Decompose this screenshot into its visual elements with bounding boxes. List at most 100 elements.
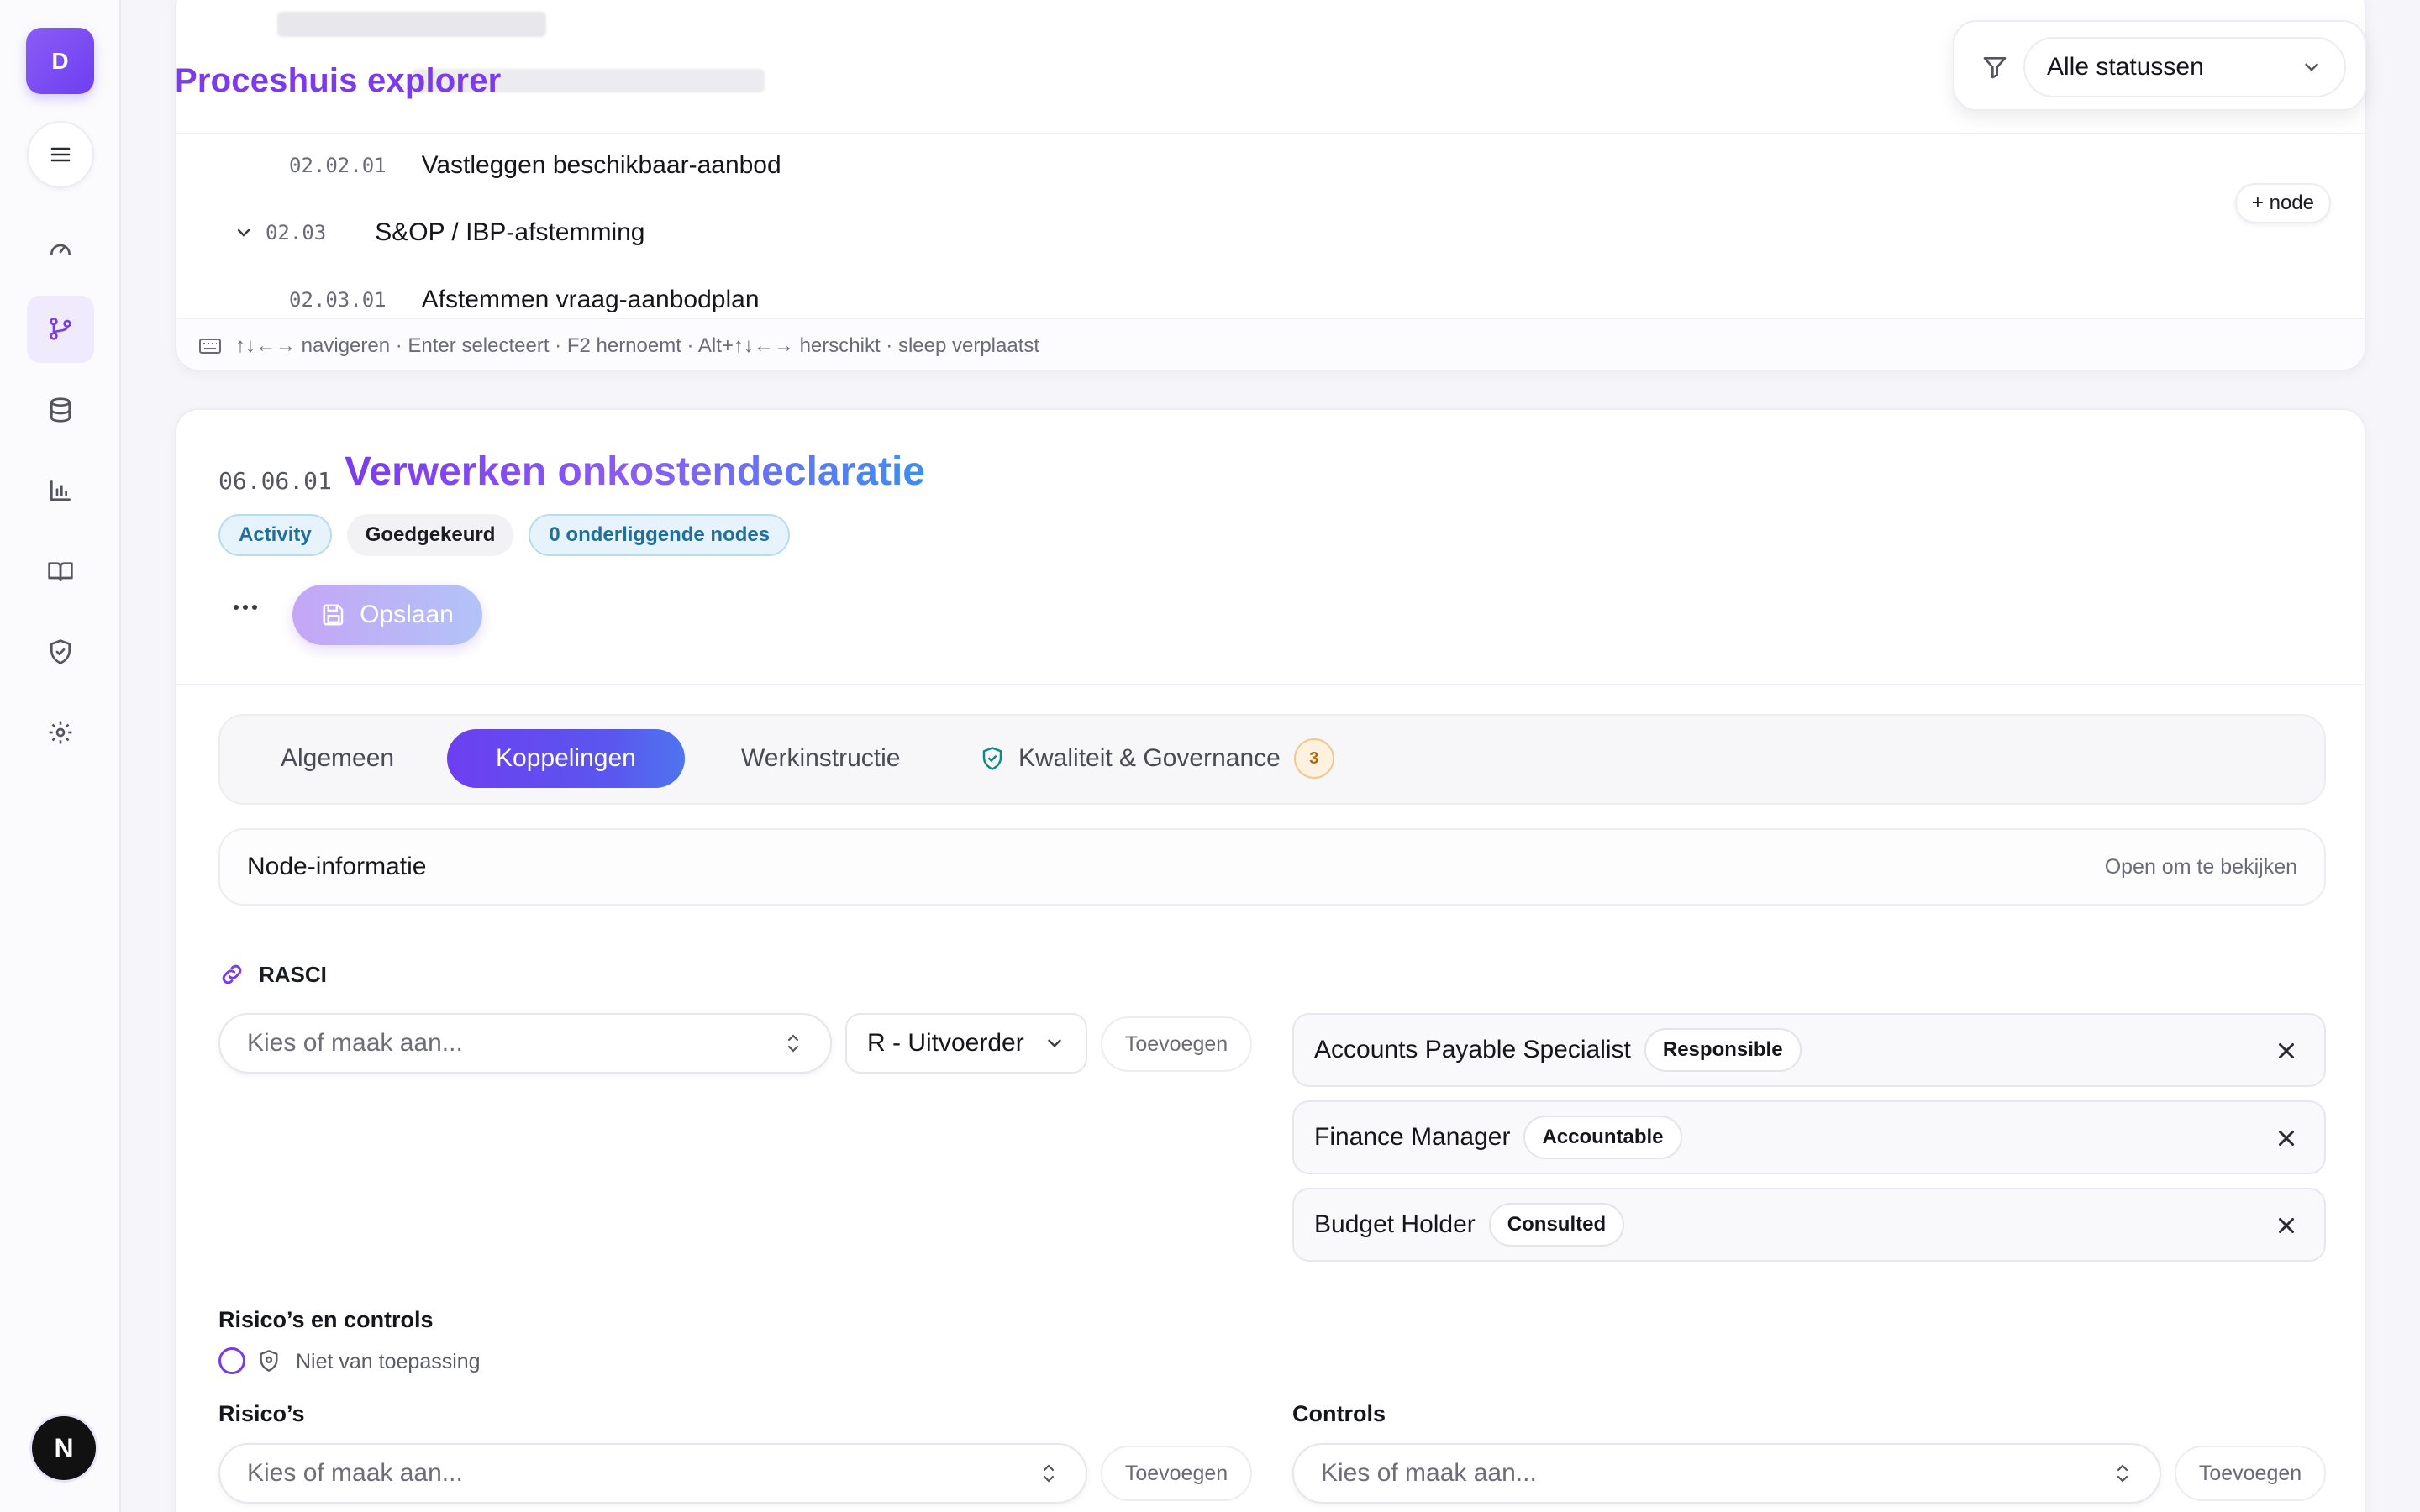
status-filter-value: Alle statussen xyxy=(2047,53,2204,81)
shield-check-icon xyxy=(982,747,1002,770)
risks-combobox[interactable]: Kies of maak aan... xyxy=(218,1443,1087,1504)
sidebar-item-reports[interactable] xyxy=(27,457,94,524)
rasci-assignment: Budget Holder Consulted xyxy=(1292,1188,2326,1262)
tree-row-label: S&OP / IBP-afstemming xyxy=(375,218,645,246)
assignment-name: Accounts Payable Specialist xyxy=(1314,1036,1631,1063)
keyboard-hint-text: ↑↓←→ navigeren · Enter selecteert · F2 h… xyxy=(235,334,1040,357)
tree-row-label: Vastleggen beschikbaar-aanbod xyxy=(421,151,781,179)
status-filter-select[interactable]: Alle statussen xyxy=(2023,37,2346,97)
save-button[interactable]: Opslaan xyxy=(292,585,482,645)
git-branch-icon xyxy=(50,318,71,340)
rasci-role-combobox[interactable]: Kies of maak aan... xyxy=(218,1013,832,1074)
children-count-badge: 0 onderliggende nodes xyxy=(529,514,791,556)
rasci-type-select[interactable]: R - Uitvoerder xyxy=(845,1013,1087,1074)
tab-kwaliteit-governance[interactable]: Kwaliteit & Governance 3 xyxy=(980,729,1334,788)
rasci-assignment: Accounts Payable Specialist Responsible xyxy=(1292,1013,2326,1087)
sidebar-item-settings[interactable] xyxy=(27,699,94,766)
node-title: Verwerken onkostendeclaratie xyxy=(345,449,925,494)
hamburger-icon xyxy=(50,147,71,162)
risks-controls-title: Risico’s en controls xyxy=(218,1307,434,1332)
risks-label: Risico’s xyxy=(218,1401,305,1426)
tree-row-code: 02.02.01 xyxy=(289,154,387,177)
bar-chart-icon xyxy=(50,480,71,501)
node-info-title: Node-informatie xyxy=(247,853,427,880)
close-icon[interactable] xyxy=(2274,1213,2299,1238)
divider xyxy=(176,133,2365,134)
controls-add-button[interactable]: Toevoegen xyxy=(2175,1446,2326,1501)
controls-label: Controls xyxy=(1292,1401,1386,1426)
chevron-down-icon xyxy=(1048,1039,1061,1047)
save-icon xyxy=(323,604,344,626)
keyboard-icon xyxy=(199,339,221,354)
sidebar-item-processes[interactable] xyxy=(27,296,94,363)
user-badge[interactable]: N xyxy=(32,1416,96,1480)
rasci-header: RASCI xyxy=(218,961,327,988)
tab-werkinstructie[interactable]: Werkinstructie xyxy=(741,729,901,788)
assignment-name: Budget Holder xyxy=(1314,1210,1476,1238)
sidebar-item-data[interactable] xyxy=(27,376,94,444)
close-icon[interactable] xyxy=(2274,1038,2299,1063)
shield-icon xyxy=(260,1350,278,1372)
risks-add-button[interactable]: Toevoegen xyxy=(1101,1446,1252,1501)
status-badge: Goedgekeurd xyxy=(346,514,514,556)
chevron-down-icon[interactable] xyxy=(234,223,254,243)
badge-row: Activity Goedgekeurd 0 onderliggende nod… xyxy=(218,514,791,556)
tree-row[interactable]: 02.03 S&OP / IBP-afstemming xyxy=(234,218,644,247)
workspace-avatar[interactable]: D xyxy=(26,28,94,94)
tree-row-label: Afstemmen vraag-aanbodplan xyxy=(421,286,760,313)
chevron-up-down-icon xyxy=(787,1034,799,1053)
assignment-name: Finance Manager xyxy=(1314,1123,1511,1151)
sidebar: D N xyxy=(0,0,121,1512)
book-icon xyxy=(48,562,73,581)
tab-bar: Algemeen Koppelingen Werkinstructie Kwal… xyxy=(218,714,2326,805)
combobox-placeholder: Kies of maak aan... xyxy=(247,1459,463,1487)
tree-row[interactable]: 02.02.01 Vastleggen beschikbaar-aanbod xyxy=(289,151,781,180)
controls-combobox[interactable]: Kies of maak aan... xyxy=(1292,1443,2161,1504)
ghost-row xyxy=(277,12,546,37)
assignment-role-chip: Responsible xyxy=(1644,1028,1802,1072)
combobox-placeholder: Kies of maak aan... xyxy=(1321,1459,1537,1487)
gauge-icon xyxy=(50,244,71,255)
not-applicable-radio[interactable] xyxy=(218,1347,245,1374)
combobox-placeholder: Kies of maak aan... xyxy=(247,1029,463,1057)
tree-row-code: 02.03.01 xyxy=(289,288,387,312)
node-detail-panel: 06.06.01 Verwerken onkostendeclaratie Ac… xyxy=(175,408,2366,1512)
shield-check-icon xyxy=(50,639,71,664)
chevron-down-icon xyxy=(2305,63,2318,71)
rasci-add-button[interactable]: Toevoegen xyxy=(1101,1016,1252,1072)
node-info-hint: Open om te bekijken xyxy=(2104,854,2297,879)
type-badge: Activity xyxy=(218,514,332,556)
filter-icon xyxy=(1983,57,2007,79)
link-icon xyxy=(222,964,242,984)
assignment-role-chip: Accountable xyxy=(1523,1116,1682,1159)
rasci-title: RASCI xyxy=(259,961,327,987)
assignment-role-chip: Consulted xyxy=(1488,1203,1625,1247)
tree-row[interactable]: 02.03.01 Afstemmen vraag-aanbodplan xyxy=(289,286,760,314)
keyboard-hint-bar: ↑↓←→ navigeren · Enter selecteert · F2 h… xyxy=(176,318,2365,370)
gear-icon xyxy=(49,721,72,744)
sidebar-item-governance[interactable] xyxy=(27,618,94,685)
rasci-type-value: R - Uitvoerder xyxy=(867,1029,1024,1057)
not-applicable-label: Niet van toepassing xyxy=(296,1350,481,1373)
page-title: Proceshuis explorer xyxy=(175,62,502,99)
sidebar-item-docs[interactable] xyxy=(27,538,94,605)
chevron-up-down-icon xyxy=(1043,1464,1055,1483)
node-info-collapsible[interactable]: Node-informatie Open om te bekijken xyxy=(218,828,2326,906)
chevron-up-down-icon xyxy=(2117,1464,2128,1483)
tree-row-code: 02.03 xyxy=(266,221,327,244)
tab-label: Kwaliteit & Governance xyxy=(1018,744,1281,772)
sidebar-item-dashboard[interactable] xyxy=(27,215,94,282)
rasci-assignment: Finance Manager Accountable xyxy=(1292,1100,2326,1174)
database-icon xyxy=(50,397,71,423)
menu-toggle-button[interactable] xyxy=(27,121,94,188)
divider xyxy=(176,684,2365,685)
save-button-label: Opslaan xyxy=(360,601,454,628)
add-node-button[interactable]: + node xyxy=(2234,183,2331,223)
status-filter: Alle statussen xyxy=(1953,20,2366,111)
tab-algemeen[interactable]: Algemeen xyxy=(281,729,394,788)
tab-koppelingen[interactable]: Koppelingen xyxy=(447,729,685,788)
node-code: 06.06.01 xyxy=(218,467,332,495)
close-icon[interactable] xyxy=(2274,1126,2299,1151)
issue-count-badge: 3 xyxy=(1293,738,1334,779)
more-options-icon[interactable] xyxy=(234,605,257,610)
